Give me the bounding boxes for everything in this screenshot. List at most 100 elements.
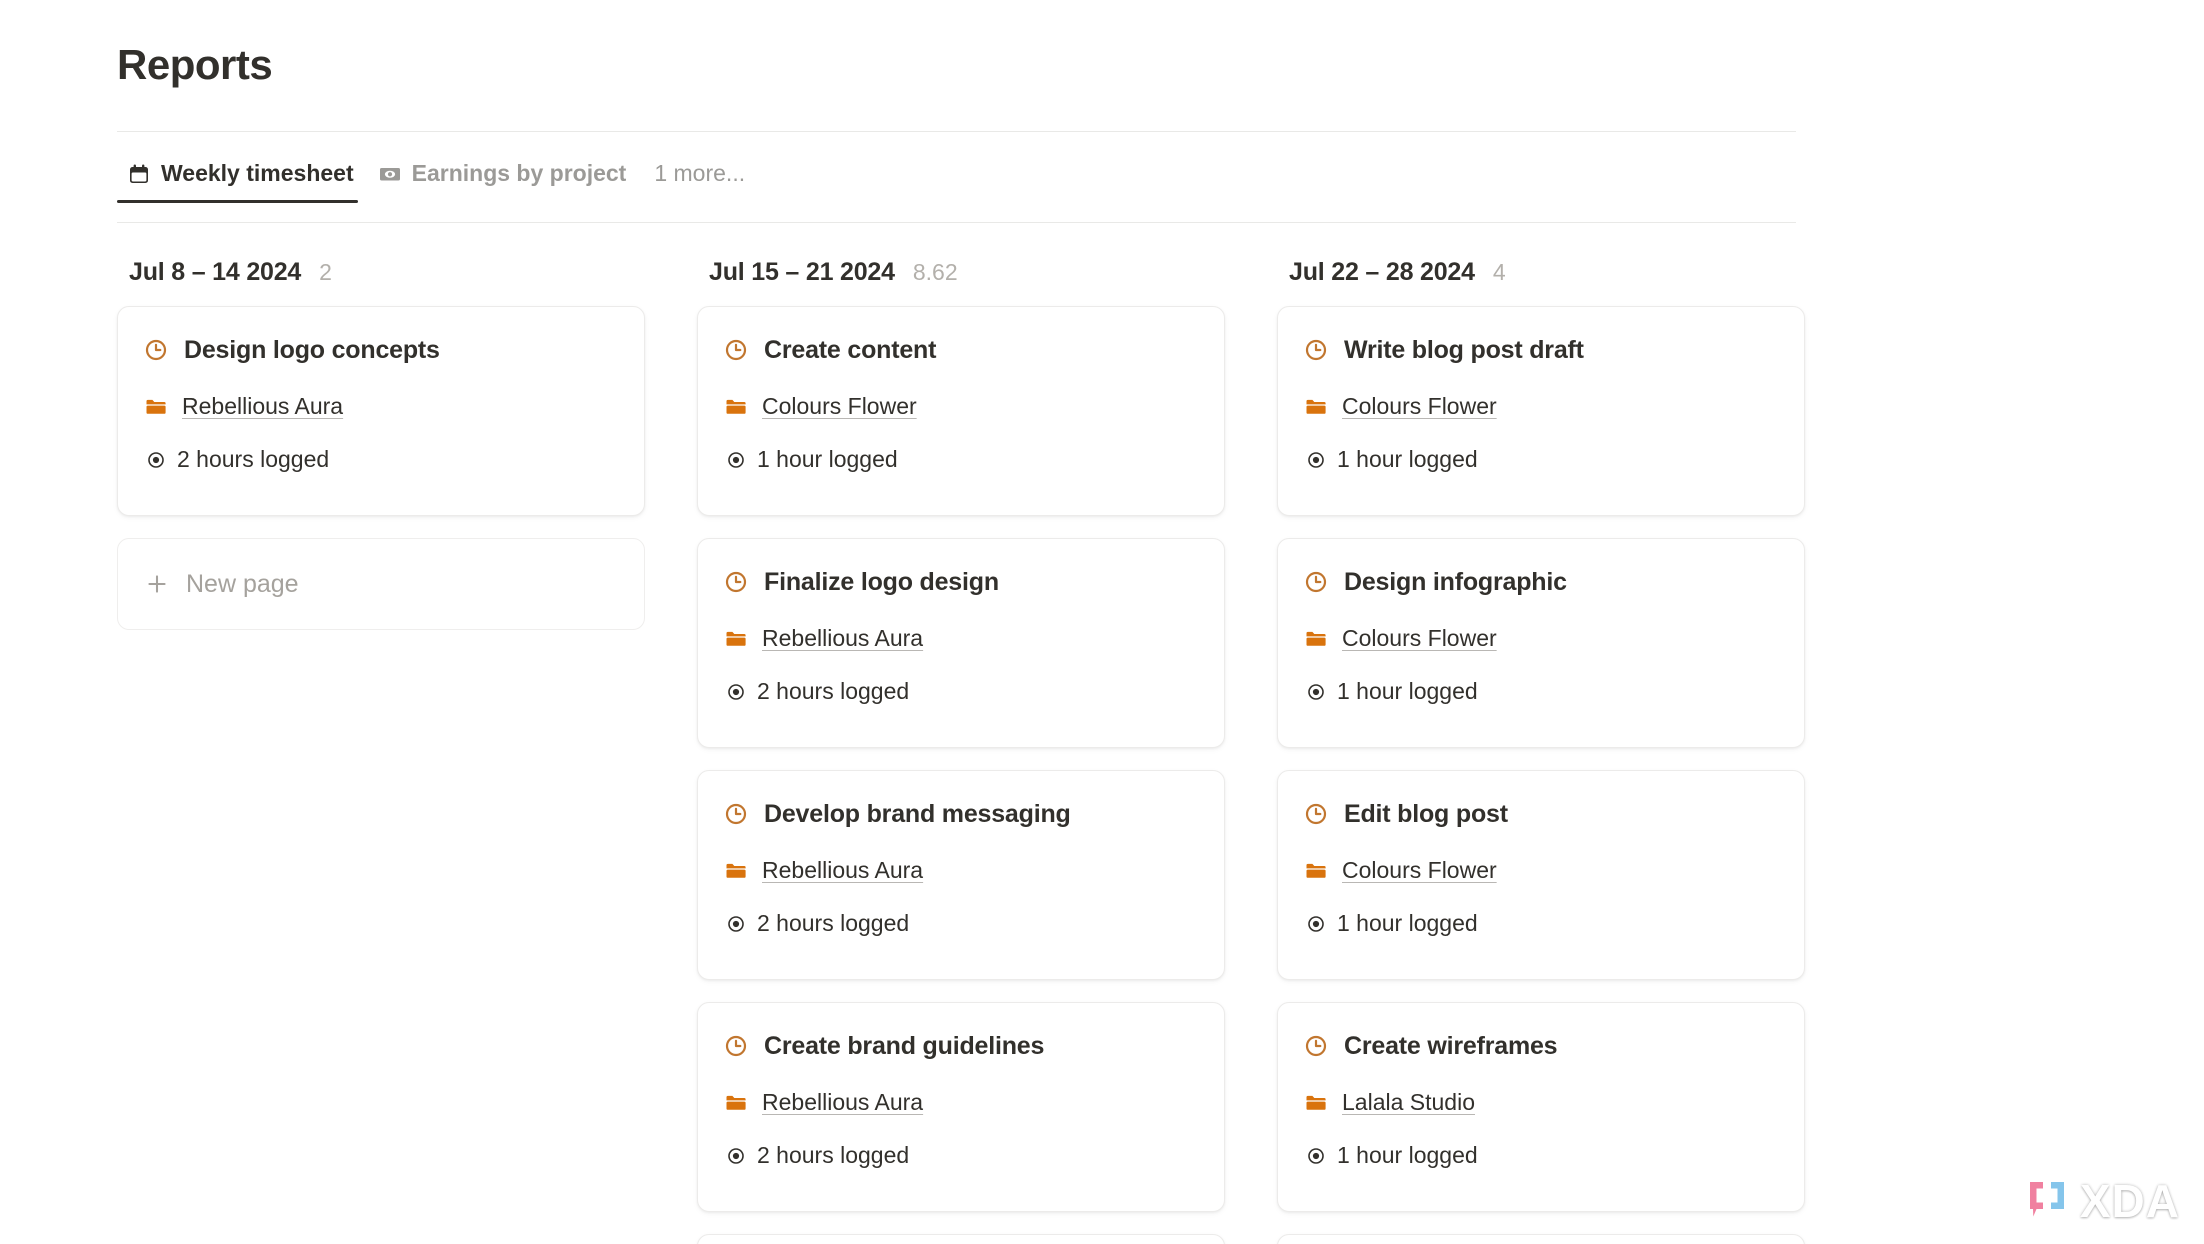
xda-bracket-logo-icon (2024, 1176, 2070, 1227)
task-card[interactable]: Design logo concepts Rebellious Aura 2 h… (117, 306, 645, 516)
card-title: Design logo concepts (184, 336, 440, 364)
card-logged-text: 2 hours logged (757, 1142, 910, 1168)
card-title: Create content (764, 336, 937, 364)
task-card[interactable]: Edit blog post Colours Flower 1 hour log… (1277, 770, 1805, 980)
target-icon (724, 912, 748, 936)
task-card[interactable]: Write blog post draft Colours Flower 1 h… (1277, 306, 1805, 516)
card-logged-text: 2 hours logged (177, 446, 330, 472)
tab-earnings-by-project[interactable]: Earnings by project (368, 160, 641, 203)
tab-weekly-timesheet[interactable]: Weekly timesheet (117, 160, 368, 203)
card-logged-row: 1 hour logged (724, 446, 1198, 473)
card-project-link[interactable]: Rebellious Aura (762, 1089, 923, 1116)
header-divider (117, 131, 1796, 132)
target-icon (1304, 680, 1328, 704)
target-icon (724, 448, 748, 472)
clock-icon (724, 1034, 748, 1058)
card-title: Design infographic (1344, 568, 1567, 596)
card-logged-text: 1 hour logged (757, 446, 898, 472)
xda-watermark: XDA (2024, 1174, 2180, 1228)
new-page-label: New page (186, 569, 299, 598)
column-header: Jul 8 – 14 2024 2 (117, 258, 645, 306)
card-logged-row: 1 hour logged (1304, 678, 1778, 705)
clock-icon (724, 570, 748, 594)
card-title-row: Edit blog post (1304, 799, 1778, 829)
card-title: Create wireframes (1344, 1032, 1558, 1060)
board-column-jul-22-28: Jul 22 – 28 2024 4 Write blog post draft (1277, 258, 1805, 1244)
task-card[interactable]: Finalize logo design Rebellious Aura 2 h… (697, 538, 1225, 748)
card-project-link[interactable]: Rebellious Aura (762, 857, 923, 884)
card-title-row: Create content (724, 335, 1198, 365)
card-title: Finalize logo design (764, 568, 999, 596)
target-icon (724, 680, 748, 704)
folder-icon (724, 395, 748, 419)
task-card[interactable]: Create brand guidelines Rebellious Aura (697, 1002, 1225, 1212)
card-project-link[interactable]: Colours Flower (1342, 857, 1497, 884)
column-cards: Create content Colours Flower 1 hour log… (697, 306, 1225, 1244)
target-icon (1304, 1144, 1328, 1168)
card-project-row: Rebellious Aura (724, 625, 1198, 652)
tab-label: Weekly timesheet (161, 160, 354, 186)
card-project-row: Rebellious Aura (724, 857, 1198, 884)
task-card[interactable] (697, 1234, 1225, 1244)
column-title: Jul 22 – 28 2024 (1289, 258, 1475, 286)
card-title-row: Finalize logo design (724, 567, 1198, 597)
card-logged-row: 2 hours logged (724, 678, 1198, 705)
folder-icon (724, 1091, 748, 1115)
folder-icon (144, 395, 168, 419)
page-title: Reports (117, 41, 273, 88)
card-project-link[interactable]: Lalala Studio (1342, 1089, 1475, 1116)
target-icon (1304, 912, 1328, 936)
column-title: Jul 8 – 14 2024 (129, 258, 302, 286)
card-logged-row: 1 hour logged (1304, 446, 1778, 473)
column-title: Jul 15 – 21 2024 (709, 258, 895, 286)
clock-icon (1304, 338, 1328, 362)
task-card[interactable] (1277, 1234, 1805, 1244)
card-project-row: Colours Flower (724, 393, 1198, 420)
card-title-row: Create wireframes (1304, 1031, 1778, 1061)
card-project-link[interactable]: Rebellious Aura (182, 393, 343, 420)
folder-icon (1304, 859, 1328, 883)
card-project-link[interactable]: Colours Flower (1342, 393, 1497, 420)
plus-icon (144, 571, 170, 597)
clock-icon (724, 338, 748, 362)
tab-label: Earnings by project (411, 160, 627, 186)
card-project-row: Colours Flower (1304, 393, 1778, 420)
folder-icon (724, 627, 748, 651)
card-project-link[interactable]: Colours Flower (762, 393, 917, 420)
card-logged-text: 1 hour logged (1337, 446, 1478, 472)
view-tabs: Weekly timesheet Earnings by project 1 m… (117, 160, 759, 203)
tab-more-button[interactable]: 1 more... (640, 160, 759, 203)
card-title-row: Design logo concepts (144, 335, 618, 365)
column-header: Jul 15 – 21 2024 8.62 (697, 258, 1225, 306)
banknote-icon (378, 162, 402, 186)
column-cards: Write blog post draft Colours Flower 1 h… (1277, 306, 1805, 1244)
target-icon (1304, 448, 1328, 472)
card-project-row: Colours Flower (1304, 857, 1778, 884)
task-card[interactable]: Create wireframes Lalala Studio 1 hour l… (1277, 1002, 1805, 1212)
folder-icon (1304, 395, 1328, 419)
card-logged-row: 1 hour logged (1304, 1142, 1778, 1169)
card-logged-text: 2 hours logged (757, 910, 910, 936)
card-project-row: Lalala Studio (1304, 1089, 1778, 1116)
task-card[interactable]: Create content Colours Flower 1 hour log… (697, 306, 1225, 516)
card-project-row: Rebellious Aura (724, 1089, 1198, 1116)
clock-icon (144, 338, 168, 362)
column-header: Jul 22 – 28 2024 4 (1277, 258, 1805, 306)
page-header: Reports (117, 40, 1796, 90)
clock-icon (724, 802, 748, 826)
card-title-row: Develop brand messaging (724, 799, 1198, 829)
new-page-button[interactable]: New page (117, 538, 645, 630)
column-count: 4 (1492, 259, 1506, 285)
task-card[interactable]: Design infographic Colours Flower 1 hour… (1277, 538, 1805, 748)
board: Jul 8 – 14 2024 2 Design logo concepts R… (117, 258, 1817, 1244)
board-column-jul-15-21: Jul 15 – 21 2024 8.62 Create content Col… (697, 258, 1225, 1244)
board-column-jul-8-14: Jul 8 – 14 2024 2 Design logo concepts R… (117, 258, 645, 1244)
clock-icon (1304, 1034, 1328, 1058)
target-icon (144, 448, 168, 472)
card-logged-row: 2 hours logged (724, 910, 1198, 937)
card-project-link[interactable]: Rebellious Aura (762, 625, 923, 652)
card-title: Write blog post draft (1344, 336, 1584, 364)
task-card[interactable]: Develop brand messaging Rebellious Aura (697, 770, 1225, 980)
calendar-icon (127, 162, 151, 186)
card-project-link[interactable]: Colours Flower (1342, 625, 1497, 652)
